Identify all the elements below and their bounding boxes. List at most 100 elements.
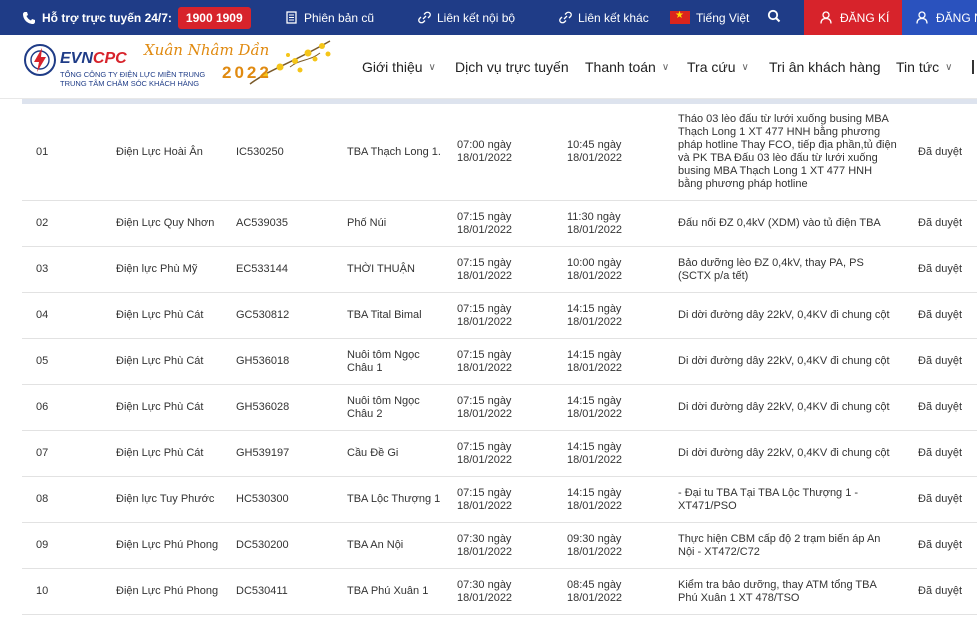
chevron-down-icon: ∨ [428, 61, 436, 73]
cell-code: GH539197 [236, 447, 290, 459]
cell-code: HC530300 [236, 493, 289, 505]
brand-evn: EVN [60, 50, 93, 67]
chevron-down-icon: ∨ [661, 61, 670, 73]
outage-schedule-table: 01 Điện Lực Hoài Ân IC530250 TBA Thạch L… [22, 99, 977, 619]
cell-unit: Điện Lực Quy Nhơn [116, 217, 215, 229]
support-label: Hỗ trợ trực tuyến 24/7: [42, 10, 172, 25]
cell-unit: Điện Lực Phú Phong [116, 539, 219, 551]
cell-unit: Điện Lực Phù Cát [116, 309, 204, 321]
user-icon [820, 11, 832, 24]
cell-status: Đã duyệt [918, 145, 963, 158]
tet-banner: Xuân Nhâm Dần 2022 [140, 39, 340, 89]
search-button[interactable] [767, 0, 781, 35]
cell-stt: 07 [36, 447, 49, 459]
cell-to: 09:30 ngày 18/01/2022 [567, 532, 623, 558]
table-row: 01 Điện Lực Hoài Ân IC530250 TBA Thạch L… [22, 104, 977, 201]
cell-stt: 06 [36, 401, 49, 413]
old-version-label: Phiên bản cũ [304, 10, 375, 25]
other-links-link[interactable]: Liên kết khác [559, 0, 649, 35]
nav-tra-cuu[interactable]: Tra cứu ∨ [687, 35, 749, 99]
internal-links-label: Liên kết nội bộ [437, 10, 516, 25]
search-icon [767, 9, 781, 26]
cell-from: 07:15 ngày 18/01/2022 [457, 486, 513, 512]
chevron-down-icon: ∨ [945, 61, 953, 73]
cell-stt: 04 [36, 309, 49, 321]
cell-stt: 02 [36, 217, 49, 229]
table-row: 03 Điện lực Phù Mỹ EC533144 THỜI THUẬN 0… [22, 247, 977, 293]
login-label: ĐĂNG N [936, 10, 977, 25]
cell-from: 07:30 ngày 18/01/2022 [457, 532, 513, 558]
user-icon [916, 11, 928, 24]
old-version-link[interactable]: Phiên bản cũ [285, 0, 374, 35]
cell-unit: Điện lực Phù Mỹ [116, 263, 198, 275]
nav-tin-tuc[interactable]: Tin tức ∨ [896, 35, 952, 99]
cell-to: 11:30 ngày 18/01/2022 [567, 210, 623, 236]
evn-emblem-icon [24, 44, 56, 76]
cell-to: 10:45 ngày 18/01/2022 [567, 139, 623, 164]
cell-unit: Điện Lực Phú Phong [116, 585, 219, 597]
cell-stt: 09 [36, 539, 49, 551]
table-row: 08 Điện lực Tuy Phước HC530300 TBA Lộc T… [22, 477, 977, 523]
vietnam-flag-icon [670, 10, 690, 24]
cell-status: Đã duyệt [918, 585, 963, 597]
login-button[interactable]: ĐĂNG N [902, 0, 977, 35]
cell-code: GH536028 [236, 401, 290, 413]
cell-status: Đã duyệt [918, 263, 963, 275]
cell-from: 07:15 ngày 18/01/2022 [457, 210, 513, 236]
cell-substation: THỜI THUẬN [347, 263, 415, 275]
cell-code: GH536018 [236, 355, 290, 367]
cell-substation: TBA Thạch Long 1. [347, 145, 441, 158]
nav-gioi-thieu[interactable]: Giới thiệu ∨ [362, 35, 436, 99]
brand-name: EVNCPC [60, 50, 127, 68]
cell-stt: 03 [36, 263, 49, 275]
hotline-number[interactable]: 1900 1909 [177, 6, 251, 29]
support-hotline: Hỗ trợ trực tuyến 24/7: 1900 1909 [22, 0, 251, 35]
cell-substation: Cầu Đề Gi [347, 447, 399, 459]
cell-to: 14:15 ngày 18/01/2022 [567, 348, 623, 374]
cell-unit: Điện Lực Phù Cát [116, 401, 204, 413]
nav-tri-an-khach-hang[interactable]: Tri ân khách hàng [769, 35, 881, 99]
cell-from: 07:00 ngày 18/01/2022 [457, 139, 513, 164]
table-row: 09 Điện Lực Phú Phong DC530200 TBA An Nộ… [22, 523, 977, 569]
cell-substation: TBA Lộc Thượng 1 [347, 493, 441, 505]
cell-substation: Nuôi tôm Ngọc Châu 1 [347, 348, 420, 374]
cell-substation: TBA Phú Xuân 1 [347, 585, 429, 597]
cell-to: 10:00 ngày 18/01/2022 [567, 256, 623, 282]
table-row: 10 Điện Lực Phú Phong DC530411 TBA Phú X… [22, 569, 977, 615]
chevron-down-icon: ∨ [741, 61, 749, 73]
nav-label: Tra cứu [687, 59, 736, 75]
cell-stt: 10 [36, 585, 49, 597]
nav-label: Tin tức [896, 59, 940, 75]
cell-status: Đã duyệt [918, 401, 963, 413]
cell-status: Đã duyệt [918, 493, 963, 505]
cell-from: 07:15 ngày 18/01/2022 [457, 302, 513, 328]
language-label: Tiếng Việt [696, 10, 750, 25]
cell-status: Đã duyệt [918, 355, 963, 367]
language-selector[interactable]: Tiếng Việt [670, 0, 749, 35]
tet-year: 2022 [222, 63, 272, 82]
cell-content: Kiểm tra bảo dưỡng, thay ATM tổng TBA Ph… [678, 578, 877, 604]
cell-to: 14:15 ngày 18/01/2022 [567, 302, 623, 328]
nav-thanh-toan[interactable]: Thanh toán ∨ [585, 35, 669, 99]
cell-content: Bảo dưỡng lèo ĐZ 0,4kV, thay PA, PS (SCT… [678, 256, 864, 282]
register-button[interactable]: ĐĂNG KÍ [804, 0, 902, 35]
cell-from: 07:15 ngày 18/01/2022 [457, 256, 513, 282]
cell-substation: Phố Núi [347, 217, 387, 229]
cell-unit: Điện Lực Phù Cát [116, 447, 204, 459]
table-row: 02 Điện Lực Quy Nhơn AC539035 Phố Núi 07… [22, 201, 977, 247]
phone-icon [22, 11, 36, 25]
cell-status: Đã duyệt [918, 447, 963, 459]
link-icon [559, 11, 572, 24]
top-bar: Hỗ trợ trực tuyến 24/7: 1900 1909 Phiên … [0, 0, 977, 35]
nav-dich-vu-truc-tuyen[interactable]: Dịch vụ trực tuyến [455, 35, 569, 99]
cell-content: - Đại tu TBA Tại TBA Lộc Thượng 1 - XT47… [678, 486, 859, 512]
cell-code: DC530411 [236, 585, 288, 597]
internal-links-link[interactable]: Liên kết nội bộ [418, 0, 515, 35]
cell-status: Đã duyệt [918, 309, 963, 321]
tet-greeting: Xuân Nhâm Dần [144, 41, 270, 59]
cell-stt: 01 [36, 145, 49, 158]
cell-from: 07:30 ngày 18/01/2022 [457, 578, 513, 604]
cell-to: 14:15 ngày 18/01/2022 [567, 394, 623, 420]
table-row: 04 Điện Lực Phù Cát GC530812 TBA Tital B… [22, 293, 977, 339]
cell-to: 14:15 ngày 18/01/2022 [567, 440, 623, 466]
